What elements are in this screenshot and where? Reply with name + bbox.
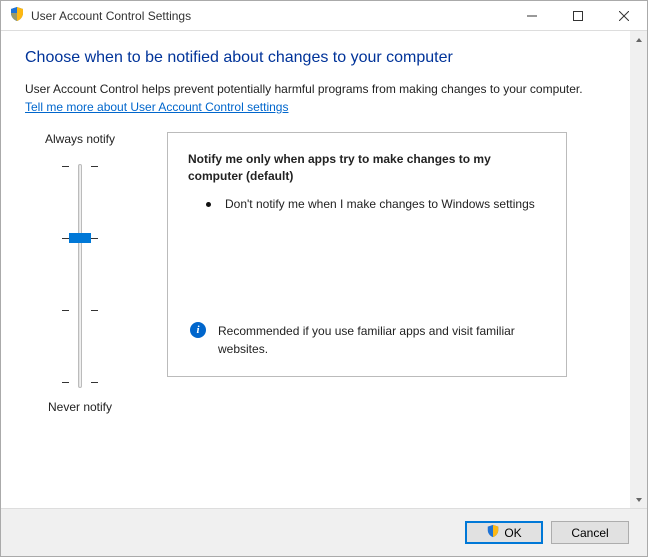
- page-heading: Choose when to be notified about changes…: [25, 49, 610, 67]
- shield-icon: [9, 6, 25, 25]
- vertical-scrollbar[interactable]: [630, 31, 647, 508]
- slider-tick: [68, 310, 92, 312]
- info-icon: i: [190, 322, 206, 338]
- window-title: User Account Control Settings: [31, 9, 509, 23]
- shield-icon: [486, 524, 500, 541]
- description-panel: Notify me only when apps try to make cha…: [167, 132, 567, 377]
- learn-more-link[interactable]: Tell me more about User Account Control …: [25, 100, 288, 114]
- ok-button[interactable]: OK: [465, 521, 543, 544]
- maximize-button[interactable]: [555, 1, 601, 31]
- scrollbar-track[interactable]: [630, 48, 647, 491]
- recommendation-text: Recommended if you use familiar apps and…: [218, 322, 546, 358]
- cancel-button-label: Cancel: [571, 526, 608, 540]
- notification-slider[interactable]: [25, 156, 135, 396]
- slider-top-label: Always notify: [25, 132, 135, 146]
- content-area: Choose when to be notified about changes…: [1, 31, 630, 508]
- cancel-button[interactable]: Cancel: [551, 521, 629, 544]
- slider-tick: [68, 382, 92, 384]
- slider-tick: [68, 166, 92, 168]
- bullet-icon: [206, 202, 211, 207]
- description-text: User Account Control helps prevent poten…: [25, 81, 610, 98]
- ok-button-label: OK: [504, 526, 521, 540]
- close-button[interactable]: [601, 1, 647, 31]
- slider-thumb[interactable]: [69, 233, 91, 243]
- titlebar: User Account Control Settings: [1, 1, 647, 31]
- bullet-text: Don't notify me when I make changes to W…: [225, 196, 535, 213]
- panel-title: Notify me only when apps try to make cha…: [188, 151, 546, 185]
- slider-track: [78, 164, 82, 388]
- slider-bottom-label: Never notify: [25, 400, 135, 414]
- minimize-button[interactable]: [509, 1, 555, 31]
- scroll-up-button[interactable]: [630, 31, 647, 48]
- bullet-item: Don't notify me when I make changes to W…: [188, 196, 546, 213]
- footer-buttons: OK Cancel: [1, 508, 647, 556]
- recommendation-row: i Recommended if you use familiar apps a…: [188, 322, 546, 358]
- scroll-down-button[interactable]: [630, 491, 647, 508]
- slider-column: Always notify Never notify: [25, 132, 135, 424]
